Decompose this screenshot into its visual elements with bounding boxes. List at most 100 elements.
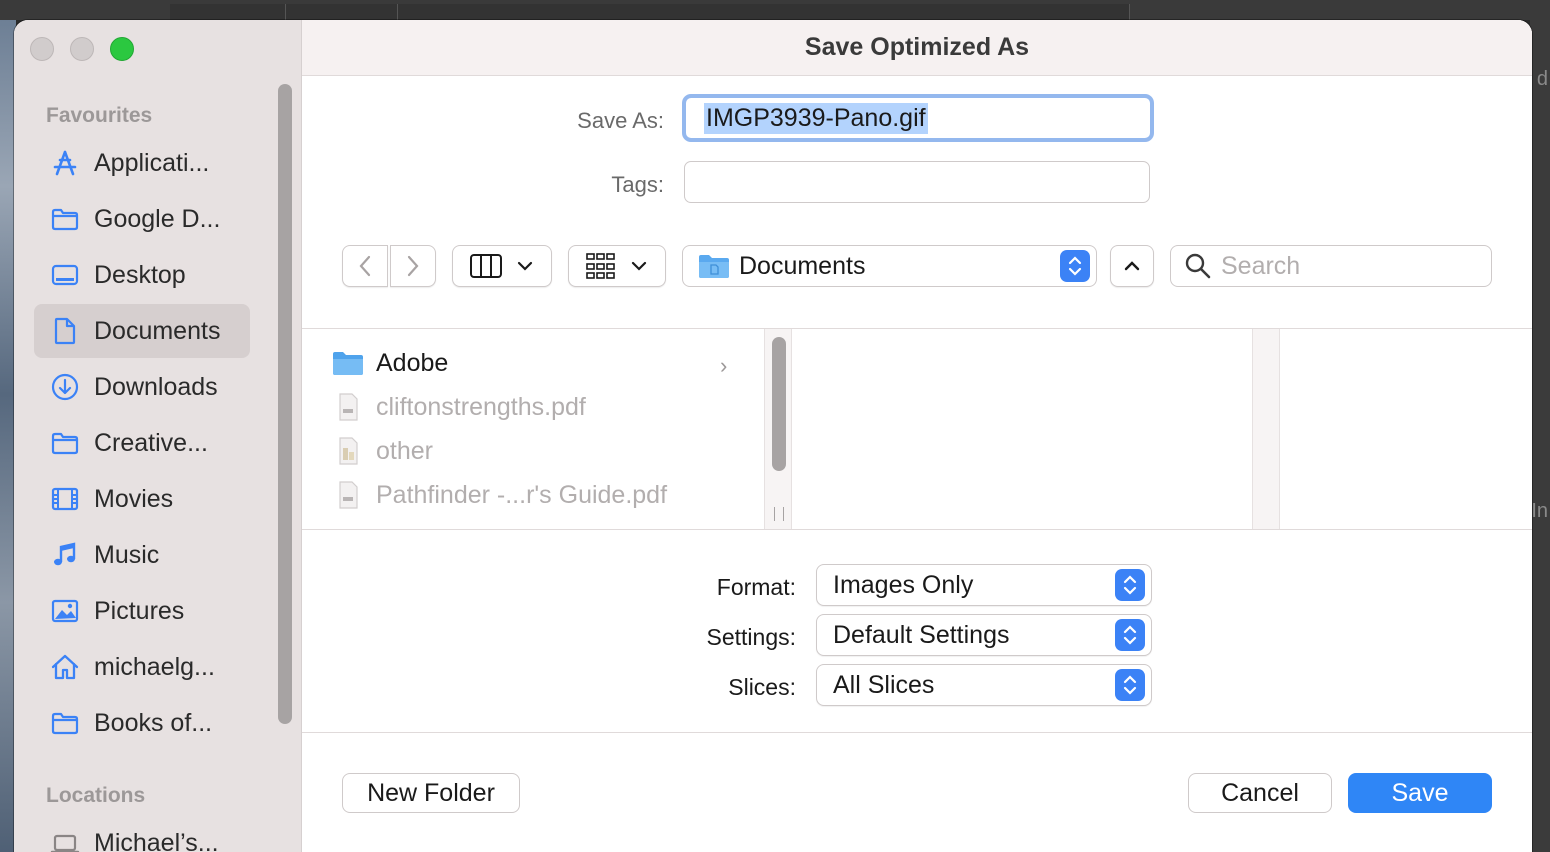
sidebar-item-label: Applicati... <box>94 148 210 177</box>
sidebar-item-home[interactable]: michaelg... <box>34 640 250 694</box>
sidebar-item-label: Pictures <box>94 596 185 625</box>
list-item[interactable]: Adobe <box>332 343 448 383</box>
documents-folder-icon <box>699 255 729 278</box>
picture-icon <box>48 594 82 628</box>
new-folder-button[interactable]: New Folder <box>342 773 520 813</box>
sidebar-heading-favourites: Favourites <box>46 104 153 127</box>
laptop-icon <box>48 826 82 852</box>
search-placeholder: Search <box>1221 251 1301 280</box>
chevron-left-icon <box>359 255 371 277</box>
window-minimize-button[interactable] <box>70 37 94 61</box>
save-as-label: Save As: <box>577 108 664 133</box>
chevron-right-icon <box>407 255 419 277</box>
document-icon <box>48 314 82 348</box>
background-glyph: d <box>1536 68 1548 90</box>
list-item: cliftonstrengths.pdf <box>332 387 586 427</box>
save-dialog: Favourites Applicati... Google D... Desk… <box>14 20 1532 852</box>
sidebar-item-books[interactable]: Books of... <box>34 696 250 750</box>
desktop-icon <box>48 258 82 292</box>
settings-value: Default Settings <box>833 620 1010 649</box>
chevron-down-icon <box>631 261 647 271</box>
collapse-button[interactable] <box>1110 245 1154 287</box>
sidebar-item-label: Google D... <box>94 204 221 233</box>
sidebar-item-downloads[interactable]: Downloads <box>34 360 250 414</box>
background-tab <box>398 4 1130 20</box>
sidebar-item-google-drive[interactable]: Google D... <box>34 192 250 246</box>
columns-view-icon <box>470 254 502 278</box>
save-as-value: IMGP3939-Pano.gif <box>704 102 928 134</box>
scrollbar-thumb[interactable] <box>772 337 786 471</box>
group-by-button[interactable] <box>568 245 666 287</box>
folder-icon <box>48 706 82 740</box>
slices-popup[interactable]: All Slices <box>816 664 1152 706</box>
forward-button[interactable] <box>390 245 436 287</box>
file-name: Pathfinder -...r's Guide.pdf <box>376 480 668 509</box>
list-item: Pathfinder -...r's Guide.pdf <box>332 475 667 515</box>
location-popup[interactable]: Documents <box>682 245 1097 287</box>
popup-stepper-icon <box>1115 619 1145 651</box>
pdf-file-icon <box>339 393 358 421</box>
sidebar-item-creative[interactable]: Creative... <box>34 416 250 470</box>
sidebar: Favourites Applicati... Google D... Desk… <box>14 20 302 852</box>
list-item: other <box>332 431 433 471</box>
tags-label: Tags: <box>611 172 664 197</box>
background-app-tabbar <box>0 0 1550 20</box>
popup-stepper-icon <box>1115 669 1145 701</box>
view-mode-button[interactable] <box>452 245 552 287</box>
search-field[interactable]: Search <box>1170 245 1492 287</box>
popup-stepper-icon <box>1060 250 1090 282</box>
sidebar-item-music[interactable]: Music <box>34 528 250 582</box>
window-close-button[interactable] <box>30 37 54 61</box>
slices-value: All Slices <box>833 670 935 699</box>
sidebar-item-label: Movies <box>94 484 174 513</box>
download-icon <box>48 370 82 404</box>
sidebar-item-documents[interactable]: Documents <box>34 304 250 358</box>
settings-popup[interactable]: Default Settings <box>816 614 1152 656</box>
sidebar-heading-locations: Locations <box>46 784 146 807</box>
search-icon <box>1185 253 1211 279</box>
sidebar-item-desktop[interactable]: Desktop <box>34 248 250 302</box>
format-popup[interactable]: Images Only <box>816 564 1152 606</box>
location-label: Documents <box>739 251 866 280</box>
sidebar-item-macbook[interactable]: Michael’s... <box>34 816 250 852</box>
file-browser: Adobe › cliftonstrengths.pdf other Pathf… <box>302 328 1532 530</box>
column-scrollbar[interactable] <box>764 329 792 529</box>
home-icon <box>48 650 82 684</box>
sidebar-item-movies[interactable]: Movies <box>34 472 250 526</box>
sidebar-item-label: michaelg... <box>94 652 215 681</box>
background-tab <box>170 4 286 20</box>
popup-stepper-icon <box>1115 569 1145 601</box>
dialog-title: Save Optimized As <box>804 33 1030 61</box>
folder-icon <box>48 426 82 460</box>
folder-icon <box>333 352 363 375</box>
save-as-input[interactable]: IMGP3939-Pano.gif <box>682 94 1154 142</box>
file-name: other <box>376 436 433 465</box>
format-label: Format: <box>716 574 796 600</box>
sidebar-scrollbar[interactable] <box>278 84 292 724</box>
titlebar: Save Optimized As <box>302 20 1532 76</box>
background-tab <box>286 4 398 20</box>
tags-input[interactable] <box>684 161 1150 203</box>
pdf-file-icon <box>339 481 358 509</box>
window-zoom-button[interactable] <box>110 37 134 61</box>
sidebar-item-label: Michael’s... <box>94 828 219 852</box>
sidebar-item-label: Creative... <box>94 428 208 457</box>
browser-column: Adobe › cliftonstrengths.pdf other Pathf… <box>302 329 764 529</box>
sidebar-item-label: Documents <box>94 316 221 345</box>
main-panel: Save Optimized As Save As: IMGP3939-Pano… <box>302 20 1532 852</box>
background-glyph: In <box>1531 500 1548 522</box>
sidebar-item-applications[interactable]: Applicati... <box>34 136 250 190</box>
save-button[interactable]: Save <box>1348 773 1492 813</box>
cancel-button[interactable]: Cancel <box>1188 773 1332 813</box>
generic-file-icon <box>339 437 358 465</box>
slices-label: Slices: <box>728 674 796 700</box>
sidebar-item-label: Downloads <box>94 372 218 401</box>
back-button[interactable] <box>342 245 388 287</box>
column-divider[interactable] <box>1252 329 1280 529</box>
column-resize-handle[interactable] <box>774 507 784 521</box>
music-note-icon <box>48 538 82 572</box>
sidebar-item-label: Music <box>94 540 160 569</box>
sidebar-item-label: Desktop <box>94 260 186 289</box>
sidebar-item-pictures[interactable]: Pictures <box>34 584 250 638</box>
chevron-down-icon <box>517 261 533 271</box>
